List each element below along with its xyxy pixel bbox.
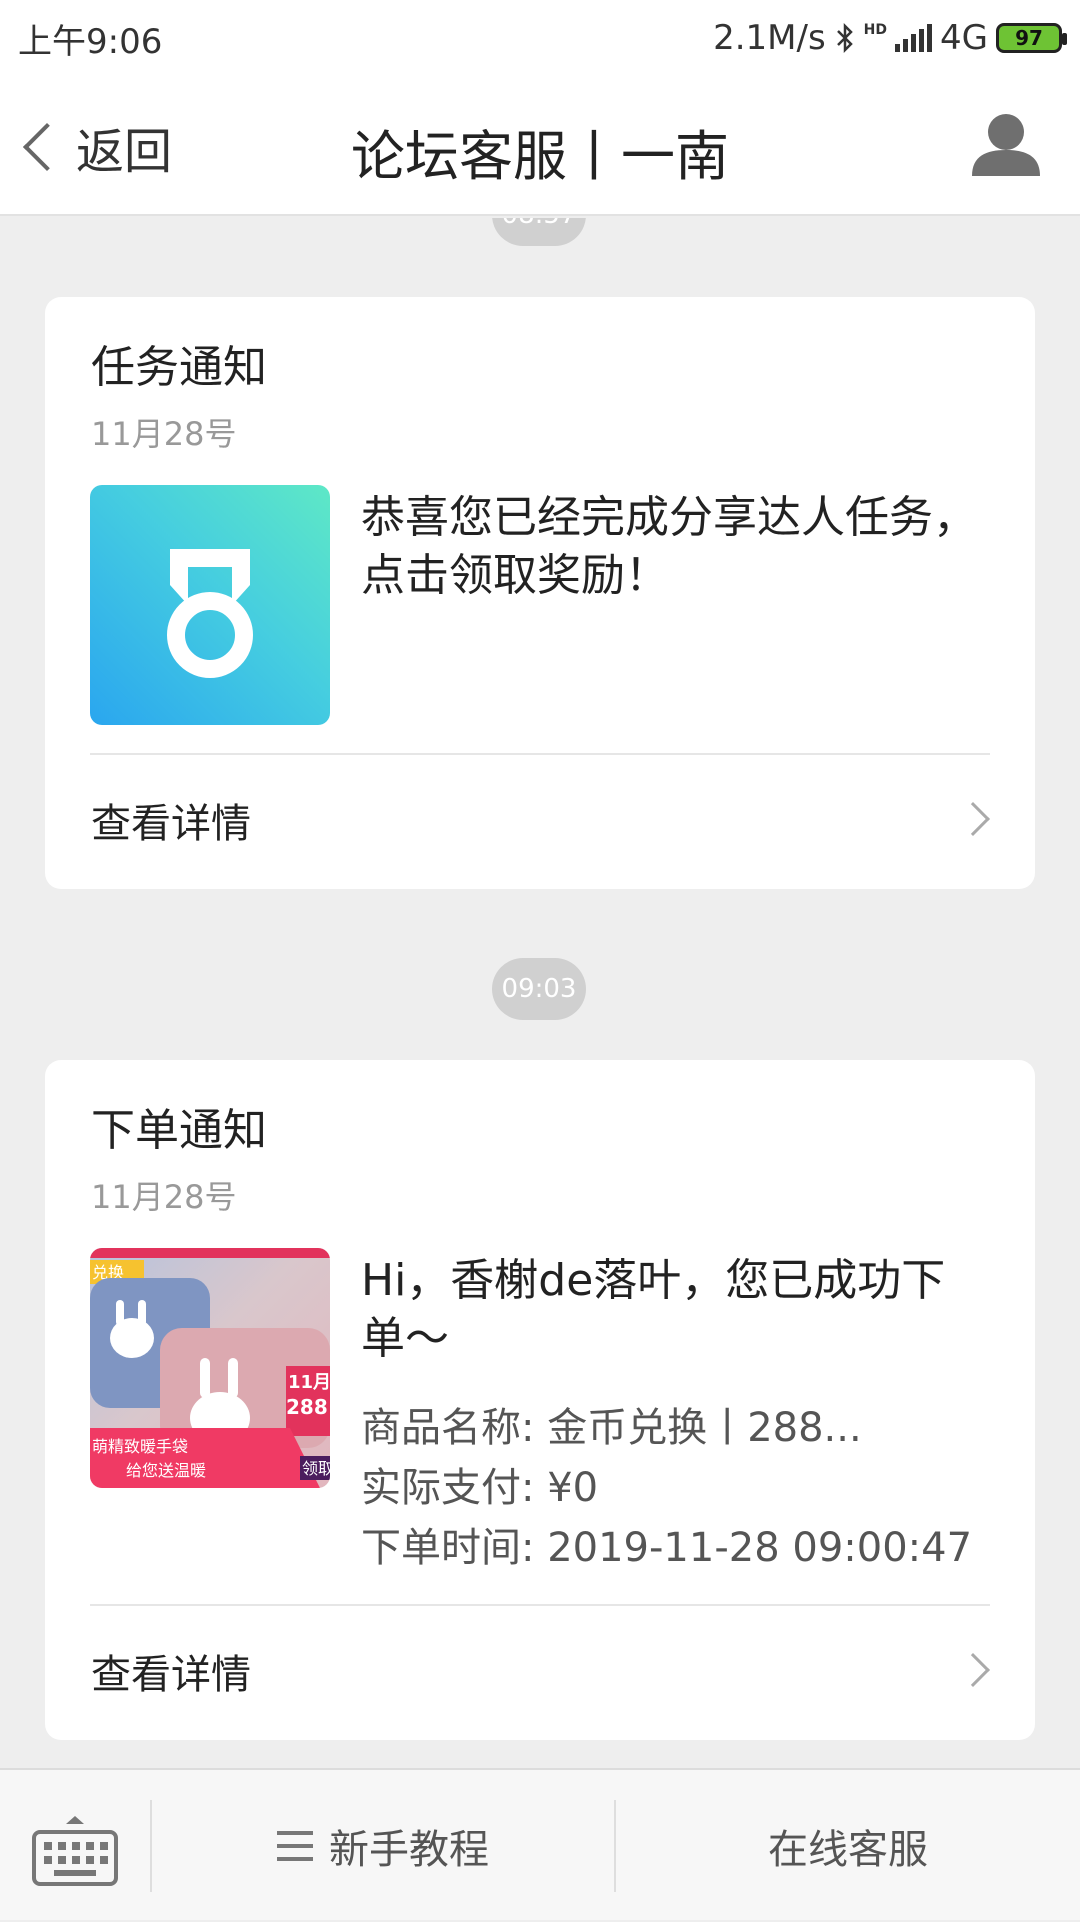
user-profile-icon[interactable] — [968, 106, 1044, 182]
network-speed: 2.1M/s — [713, 18, 826, 58]
card-date: 11月28号 — [91, 1178, 237, 1216]
medal-thumbnail — [90, 485, 330, 725]
battery-icon: 97 — [996, 23, 1067, 53]
timestamp-chip: 09:03 — [492, 958, 586, 1020]
menu-icon — [277, 1831, 313, 1861]
view-details-button[interactable]: 查看详情 — [45, 755, 1035, 885]
back-label: 返回 — [76, 124, 173, 180]
battery-level: 97 — [1015, 26, 1043, 50]
product-image: 兑换 11月2 288 领取 萌精致暖手袋 给您送温暖 — [90, 1248, 330, 1488]
medal-icon — [167, 549, 253, 678]
back-button[interactable]: 返回 — [18, 112, 172, 182]
product-name: 商品名称: 金币兑换丨288... — [361, 1405, 862, 1451]
payment-amount: 实际支付: ¥0 — [361, 1465, 599, 1511]
product-thumbnail: 兑换 11月2 288 领取 萌精致暖手袋 给您送温暖 — [90, 1248, 330, 1488]
message-feed[interactable]: 08:57 任务通知 11月28号 恭喜您已经完成分享达人任务，点击领取奖励！ … — [0, 218, 1080, 1768]
bottom-toolbar: 新手教程 在线客服 — [0, 1768, 1080, 1920]
task-message-text: 恭喜您已经完成分享达人任务，点击领取奖励！ — [361, 492, 977, 601]
order-message-text: Hi，香榭de落叶，您已成功下单～ — [361, 1255, 946, 1364]
online-service-tab[interactable]: 在线客服 — [616, 1770, 1080, 1922]
thumb-badge-3: 领取 — [302, 1459, 330, 1478]
nav-bar: 返回 论坛客服丨一南 — [0, 76, 1080, 216]
thumb-caption-1: 萌精致暖手袋 — [92, 1437, 188, 1456]
status-time: 上午9:06 — [18, 21, 163, 62]
card-title: 任务通知 — [91, 342, 267, 393]
chevron-right-icon — [956, 802, 990, 836]
tutorial-label: 新手教程 — [329, 1827, 489, 1873]
network-type: 4G — [940, 18, 988, 58]
chevron-right-icon — [956, 1653, 990, 1687]
order-time: 下单时间: 2019-11-28 09:00:47 — [361, 1525, 973, 1571]
card-date: 11月28号 — [91, 415, 237, 453]
keyboard-icon[interactable] — [30, 1810, 120, 1890]
order-notification-card[interactable]: 下单通知 11月28号 兑换 11月2 288 领取 — [45, 1060, 1035, 1740]
status-bar: 上午9:06 2.1M/s HD 4G 97 — [0, 0, 1080, 76]
view-details-label: 查看详情 — [91, 801, 251, 847]
signal-icon — [895, 24, 933, 52]
hd-label: HD — [863, 22, 888, 38]
bluetooth-icon — [836, 22, 853, 54]
thumb-caption-2: 给您送温暖 — [126, 1461, 206, 1480]
online-service-label: 在线客服 — [768, 1827, 928, 1873]
view-details-label: 查看详情 — [91, 1652, 251, 1698]
thumb-badge-1: 11月2 — [288, 1372, 330, 1393]
card-title: 下单通知 — [91, 1105, 267, 1156]
status-indicators: 2.1M/s HD 4G 97 — [713, 18, 1067, 58]
thumb-badge-2: 288 — [286, 1395, 328, 1419]
chevron-left-icon — [22, 122, 72, 172]
timestamp-chip: 08:57 — [492, 218, 586, 246]
task-notification-card[interactable]: 任务通知 11月28号 恭喜您已经完成分享达人任务，点击领取奖励！ 查看详情 — [45, 297, 1035, 889]
tutorial-tab[interactable]: 新手教程 — [152, 1770, 614, 1922]
view-details-button[interactable]: 查看详情 — [45, 1606, 1035, 1736]
